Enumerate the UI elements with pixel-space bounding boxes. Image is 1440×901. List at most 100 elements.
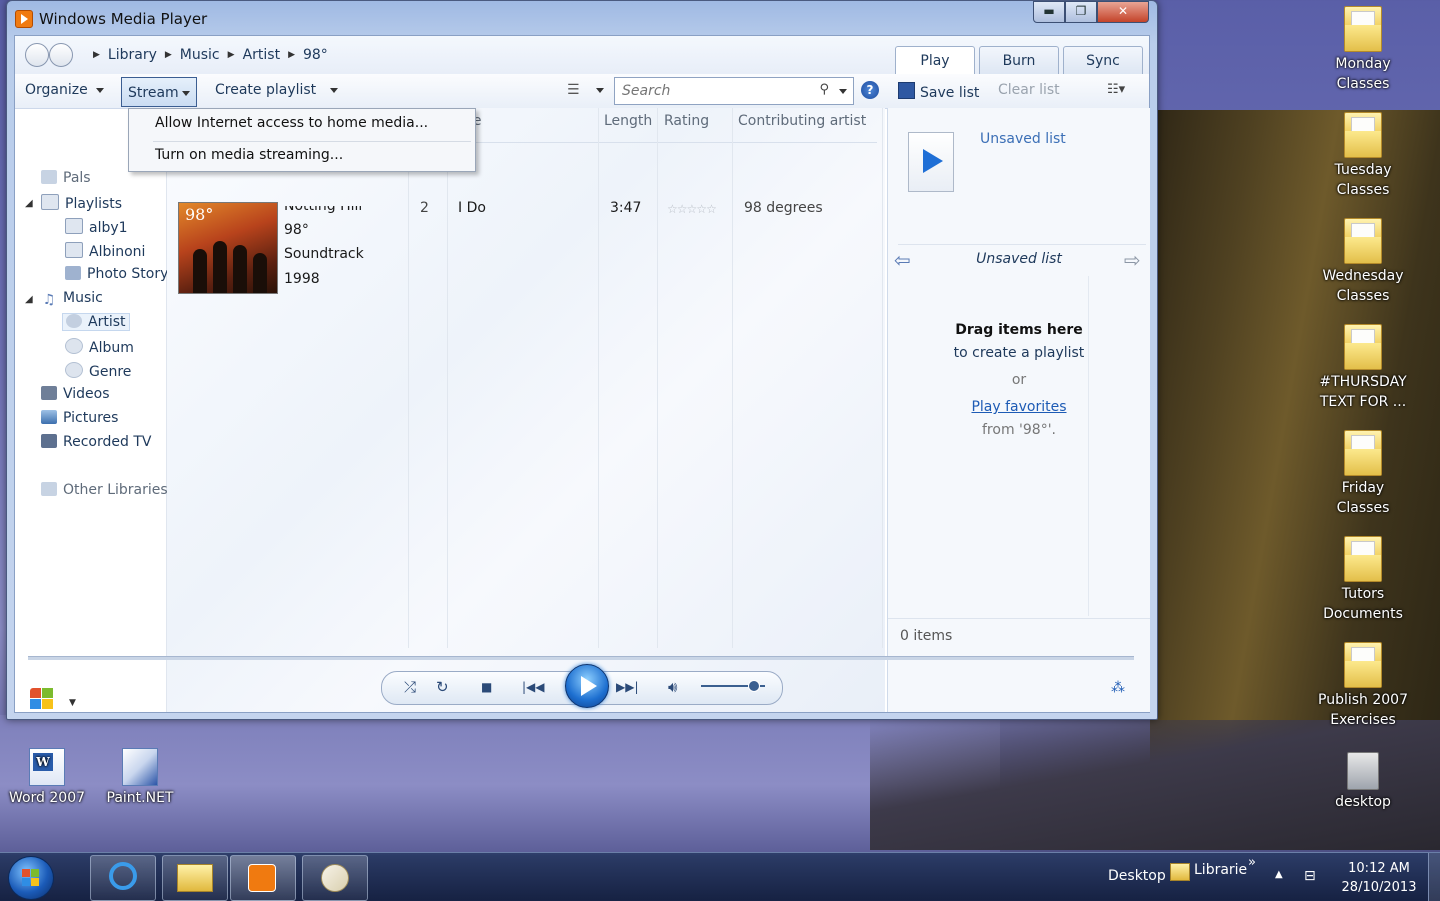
desktop-icon-wednesday-classes[interactable]: Wednesday Classes (1318, 218, 1408, 306)
breadcrumb-separator-icon[interactable]: ▶ (228, 50, 235, 60)
desktop-icon-word-2007[interactable]: W Word 2007 (2, 748, 92, 808)
album-title[interactable]: Notting Hill (284, 206, 362, 214)
save-list-button[interactable]: Save list (898, 82, 979, 101)
star-icon[interactable]: ☆ (687, 202, 698, 216)
shuffle-icon[interactable]: ⤮ (404, 678, 416, 696)
tree-item-pals[interactable]: Pals (41, 170, 91, 186)
start-button[interactable] (8, 856, 54, 900)
show-desktop-button[interactable] (1428, 853, 1440, 901)
tab-burn[interactable]: Burn (979, 46, 1059, 75)
create-playlist-button[interactable]: Create playlist (215, 82, 339, 98)
desktop-icon-publish-exercises[interactable]: Publish 2007 Exercises (1318, 642, 1408, 730)
stop-icon[interactable]: ■ (481, 680, 492, 694)
maximize-button[interactable]: ❐ (1065, 1, 1097, 23)
toolbar-desktop[interactable]: Desktop (1108, 868, 1166, 884)
list-options-button[interactable]: ☷▾ (1107, 82, 1125, 97)
stream-button[interactable]: Stream (121, 77, 197, 107)
volume-slider-handle[interactable] (748, 680, 760, 692)
taskbar-internet-explorer[interactable] (90, 855, 156, 901)
chevron-down-icon[interactable]: ▼ (69, 698, 76, 708)
organize-button[interactable]: Organize (25, 82, 104, 98)
tree-item-genre[interactable]: Genre (65, 362, 131, 380)
repeat-icon[interactable]: ↻ (436, 678, 449, 696)
taskbar-windows-explorer[interactable] (162, 855, 228, 901)
track-number[interactable]: 2 (420, 200, 429, 216)
album-artist[interactable]: 98° (284, 222, 309, 238)
windows-logo-button[interactable] (30, 688, 56, 712)
view-options-button[interactable]: ☰ (567, 82, 605, 98)
play-button[interactable] (565, 664, 609, 708)
desktop-icon-thursday-text[interactable]: #THURSDAY TEXT FOR ... (1318, 324, 1408, 412)
help-button[interactable]: ? (861, 81, 879, 99)
star-icon[interactable]: ☆ (667, 202, 678, 216)
column-header-contributing-artist[interactable]: Contributing artist (738, 113, 866, 129)
forward-button[interactable] (49, 43, 73, 67)
toolbar-libraries[interactable]: Librarie (1194, 862, 1247, 878)
taskbar-windows-media-player[interactable] (230, 855, 296, 901)
tab-sync[interactable]: Sync (1063, 46, 1143, 75)
breadcrumb-separator-icon[interactable]: ▶ (288, 50, 295, 60)
clear-list-button[interactable]: Clear list (998, 82, 1060, 98)
taskbar-paint[interactable] (302, 855, 368, 901)
tree-item-other-libraries[interactable]: Other Libraries (41, 482, 168, 498)
minimize-button[interactable]: ▬ (1033, 1, 1065, 23)
desktop-icon-monday-classes[interactable]: Monday Classes (1318, 6, 1408, 94)
tree-item-playlists[interactable]: Playlists (41, 194, 122, 212)
tree-item-videos[interactable]: Videos (41, 386, 110, 402)
breadcrumb-library[interactable]: Library (108, 47, 157, 63)
next-icon[interactable]: ▶▶| (616, 680, 639, 694)
play-favorites-link[interactable]: Play favorites (888, 399, 1150, 415)
show-hidden-icons-icon[interactable]: ▲ (1275, 869, 1283, 880)
desktop-icon-paint-net[interactable]: Paint.NET (95, 748, 185, 808)
search-icon[interactable]: ⚲ (819, 82, 829, 97)
volume-icon[interactable]: 🔊︎ (668, 678, 677, 696)
seek-bar[interactable] (28, 656, 1134, 660)
track-length[interactable]: 3:47 (610, 200, 641, 216)
tree-item-playlist-albinoni[interactable]: Albinoni (65, 242, 145, 260)
list-name[interactable]: Unsaved list (980, 131, 1066, 147)
desktop-icon-tuesday-classes[interactable]: Tuesday Classes (1318, 112, 1408, 200)
column-header-length[interactable]: Length (604, 113, 652, 129)
collapse-arrow-icon[interactable]: ◢ (25, 294, 33, 305)
tree-item-playlist-alby1[interactable]: alby1 (65, 218, 128, 236)
track-contributing-artist[interactable]: 98 degrees (744, 200, 823, 216)
star-icon[interactable]: ☆ (706, 202, 717, 216)
tab-play[interactable]: Play (895, 46, 975, 75)
back-button[interactable] (25, 43, 49, 67)
collapse-arrow-icon[interactable]: ◢ (25, 198, 33, 209)
tree-item-pictures[interactable]: Pictures (41, 410, 118, 426)
search-box[interactable]: ⚲ (614, 77, 854, 105)
track-title[interactable]: I Do (458, 200, 486, 216)
switch-to-now-playing-icon[interactable]: ⁂ (1111, 680, 1125, 696)
close-button[interactable]: ✕ (1097, 1, 1149, 23)
title-bar[interactable]: Windows Media Player ▬ ❐ ✕ (7, 1, 1157, 35)
album-cover[interactable]: 98° (178, 202, 278, 294)
tree-item-playlist-photo-story[interactable]: Photo Story (65, 266, 168, 282)
album-genre[interactable]: Soundtrack (284, 246, 364, 262)
column-header-rating[interactable]: Rating (664, 113, 709, 129)
tree-item-music[interactable]: ♫ Music (41, 290, 103, 307)
star-icon[interactable]: ☆ (677, 202, 688, 216)
tree-item-artist[interactable]: Artist (62, 313, 130, 331)
star-icon[interactable]: ☆ (696, 202, 707, 216)
network-icon[interactable]: ⊟ (1304, 868, 1316, 884)
breadcrumb-artist[interactable]: Artist (243, 47, 281, 63)
previous-icon[interactable]: |◀◀ (522, 680, 545, 694)
tree-item-recorded-tv[interactable]: Recorded TV (41, 434, 151, 450)
search-input[interactable] (620, 82, 814, 100)
system-clock[interactable]: 10:12 AM 28/10/2013 (1336, 859, 1422, 897)
breadcrumb-98[interactable]: 98° (303, 47, 328, 63)
desktop-icon-tutors-documents[interactable]: Tutors Documents (1318, 536, 1408, 624)
track-rating[interactable]: ☆☆☆☆☆ (667, 202, 717, 216)
album-year[interactable]: 1998 (284, 271, 320, 287)
menu-item-allow-internet-access[interactable]: Allow Internet access to home media... (155, 115, 428, 131)
toolbar-chevron[interactable]: » (1248, 855, 1256, 870)
arrow-right-icon[interactable]: ⇨ (1124, 248, 1141, 272)
desktop-icon-friday-classes[interactable]: Friday Classes (1318, 430, 1408, 518)
breadcrumb-separator-icon[interactable]: ▶ (165, 50, 172, 60)
menu-item-turn-on-media-streaming[interactable]: Turn on media streaming... (155, 147, 343, 163)
desktop-icon-desktop[interactable]: desktop (1318, 752, 1408, 812)
tree-item-album[interactable]: Album (65, 338, 134, 356)
breadcrumb-music[interactable]: Music (180, 47, 220, 63)
chevron-down-icon[interactable] (839, 89, 847, 94)
